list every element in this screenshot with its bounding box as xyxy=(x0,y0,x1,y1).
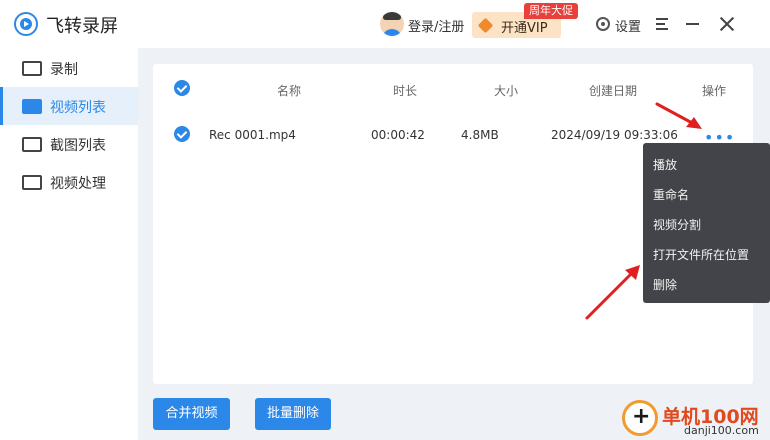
settings-link[interactable]: 设置 xyxy=(615,16,641,35)
sidebar-item-label: 视频处理 xyxy=(50,176,106,192)
login-register-link[interactable]: 登录/注册 xyxy=(408,16,464,35)
column-header-size[interactable]: 大小 xyxy=(494,82,518,99)
minimize-icon[interactable] xyxy=(686,23,699,25)
menu-item-delete[interactable]: 删除 xyxy=(653,276,677,293)
sidebar-item-screenshot-list[interactable]: 截图列表 xyxy=(0,125,138,163)
diamond-icon xyxy=(477,17,494,34)
record-icon xyxy=(22,61,42,76)
vip-label: 开通VIP xyxy=(501,21,548,36)
menu-item-split-video[interactable]: 视频分割 xyxy=(653,216,701,233)
column-header-created[interactable]: 创建日期 xyxy=(589,82,637,99)
sidebar-item-label: 视频列表 xyxy=(50,100,106,116)
more-options-icon[interactable]: ••• xyxy=(704,130,735,146)
column-header-duration[interactable]: 时长 xyxy=(393,82,417,99)
menu-item-rename[interactable]: 重命名 xyxy=(653,186,689,203)
column-header-actions: 操作 xyxy=(702,84,727,98)
close-icon[interactable] xyxy=(719,16,735,32)
menu-icon[interactable] xyxy=(656,18,668,30)
sidebar-item-record[interactable]: 录制 xyxy=(0,49,138,87)
app-logo-icon xyxy=(14,12,38,36)
sidebar: 录制 视频列表 截图列表 视频处理 xyxy=(0,48,138,440)
context-menu: 播放 重命名 视频分割 打开文件所在位置 删除 xyxy=(643,143,770,303)
gear-icon[interactable] xyxy=(596,17,610,31)
sidebar-item-video-process[interactable]: 视频处理 xyxy=(0,163,138,201)
file-size: 4.8MB xyxy=(461,128,499,142)
video-list-icon xyxy=(22,99,42,114)
file-name: Rec 0001.mp4 xyxy=(209,128,296,142)
sidebar-item-video-list[interactable]: 视频列表 xyxy=(0,87,138,125)
select-all-checkbox[interactable] xyxy=(174,80,190,96)
row-checkbox[interactable] xyxy=(174,126,190,142)
app-title: 飞转录屏 xyxy=(46,16,118,37)
watermark-domain: danji100.com xyxy=(684,424,759,437)
user-avatar-icon[interactable] xyxy=(380,12,404,36)
column-header-name[interactable]: 名称 xyxy=(277,82,301,99)
merge-videos-button[interactable]: 合并视频 xyxy=(153,398,230,430)
sidebar-item-label: 截图列表 xyxy=(50,138,106,154)
batch-delete-button[interactable]: 批量删除 xyxy=(255,398,331,430)
video-process-icon xyxy=(22,175,42,190)
watermark-logo-icon xyxy=(622,400,658,436)
menu-item-play[interactable]: 播放 xyxy=(653,156,677,173)
menu-item-open-location[interactable]: 打开文件所在位置 xyxy=(653,246,749,263)
sidebar-item-label: 录制 xyxy=(50,62,78,78)
screenshot-list-icon xyxy=(22,137,42,152)
title-bar: 飞转录屏 登录/注册 开通VIP 周年大促 设置 xyxy=(0,0,770,48)
file-created: 2024/09/19 09:33:06 xyxy=(551,128,678,142)
file-duration: 00:00:42 xyxy=(371,128,425,142)
promo-badge: 周年大促 xyxy=(524,3,578,19)
